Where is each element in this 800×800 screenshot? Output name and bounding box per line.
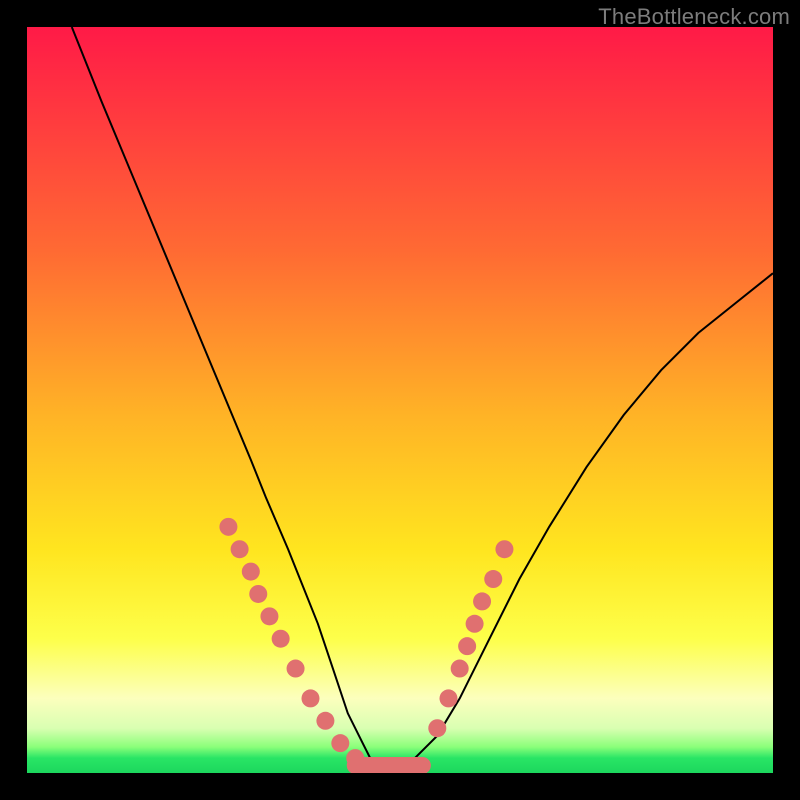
highlight-marker <box>439 689 457 707</box>
highlight-marker <box>346 749 364 767</box>
highlight-marker <box>451 660 469 678</box>
highlight-marker <box>495 540 513 558</box>
highlight-marker <box>473 592 491 610</box>
plot-area <box>27 27 773 773</box>
highlight-marker <box>219 518 237 536</box>
highlight-marker <box>466 615 484 633</box>
highlight-marker <box>458 637 476 655</box>
bottleneck-curve <box>72 27 773 766</box>
highlight-marker <box>231 540 249 558</box>
chart-frame: TheBottleneck.com <box>0 0 800 800</box>
highlight-marker <box>301 689 319 707</box>
highlight-marker <box>249 585 267 603</box>
watermark-text: TheBottleneck.com <box>598 4 790 30</box>
highlight-marker <box>484 570 502 588</box>
highlight-marker <box>316 712 334 730</box>
highlight-marker <box>242 563 260 581</box>
marker-group <box>219 518 513 767</box>
highlight-marker <box>287 660 305 678</box>
highlight-marker <box>331 734 349 752</box>
chart-svg <box>27 27 773 773</box>
highlight-marker <box>428 719 446 737</box>
highlight-marker <box>260 607 278 625</box>
highlight-marker <box>272 630 290 648</box>
